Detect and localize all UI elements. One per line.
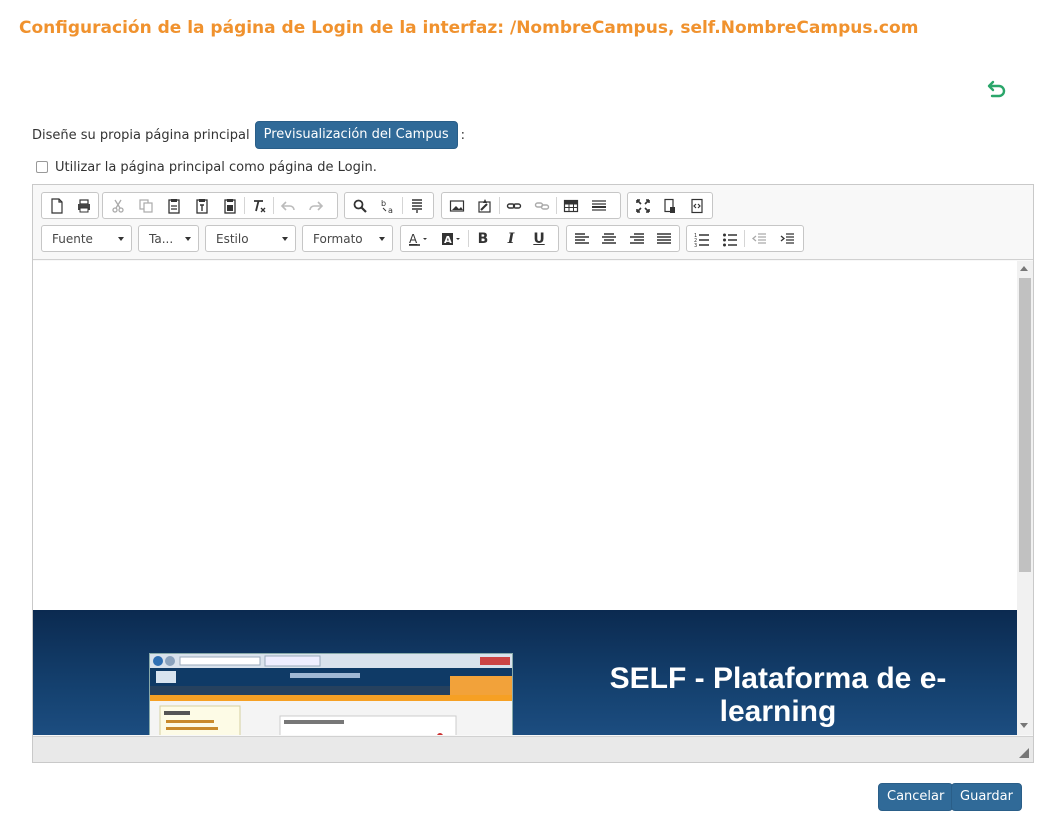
bulleted-list-icon[interactable] xyxy=(716,226,744,251)
format-combo[interactable]: Formato xyxy=(302,225,393,252)
paste-word-icon[interactable] xyxy=(216,193,244,218)
select-all-icon[interactable] xyxy=(403,193,431,218)
paste-text-icon[interactable] xyxy=(188,193,216,218)
font-combo[interactable]: Fuente xyxy=(41,225,132,252)
align-justify-icon[interactable] xyxy=(651,226,679,251)
toolbar-group-document xyxy=(41,192,99,219)
back-arrow-icon[interactable] xyxy=(984,76,1010,102)
cut-icon[interactable] xyxy=(104,193,132,218)
use-as-login-label: Utilizar la página principal como página… xyxy=(55,159,377,175)
campus-screenshot-image xyxy=(149,653,513,735)
background-color-icon[interactable]: A xyxy=(435,226,468,251)
print-icon[interactable] xyxy=(70,193,97,218)
editor-content-area[interactable]: SELF - Plataforma de e-learning xyxy=(33,261,1017,735)
bold-button[interactable]: B xyxy=(469,226,497,251)
toolbar-group-insert xyxy=(441,192,621,219)
align-right-icon[interactable] xyxy=(623,226,651,251)
editor-toolbar: ba Fuente Ta... Estilo Formato A A B I U… xyxy=(33,185,1033,260)
toolbar-group-basic-styles: A A B I U xyxy=(400,225,559,252)
svg-text:3: 3 xyxy=(694,243,697,247)
text-color-icon[interactable]: A xyxy=(402,226,435,251)
find-icon[interactable] xyxy=(346,193,374,218)
format-combo-label: Formato xyxy=(313,231,363,246)
scrollbar-thumb[interactable] xyxy=(1019,278,1031,572)
chevron-down-icon xyxy=(282,236,288,241)
numbered-list-icon[interactable]: 123 xyxy=(688,226,716,251)
rich-text-editor: ba Fuente Ta... Estilo Formato A A B I U… xyxy=(32,184,1034,763)
campus-banner: SELF - Plataforma de e-learning xyxy=(33,610,1017,735)
increase-indent-icon[interactable] xyxy=(773,226,801,251)
scroll-down-arrow-icon[interactable] xyxy=(1020,723,1028,728)
source-icon[interactable] xyxy=(684,193,711,218)
new-page-icon[interactable] xyxy=(43,193,70,218)
cancel-button[interactable]: Cancelar xyxy=(878,783,954,811)
chevron-down-icon xyxy=(185,236,191,241)
content-scrollbar[interactable] xyxy=(1017,261,1033,735)
link-icon[interactable] xyxy=(500,193,528,218)
toolbar-group-lists: 123 xyxy=(686,225,804,252)
banner-title: SELF - Plataforma de e-learning xyxy=(609,662,947,728)
svg-text:A: A xyxy=(444,235,452,246)
style-combo[interactable]: Estilo xyxy=(205,225,296,252)
replace-icon[interactable]: ba xyxy=(374,193,402,218)
unlink-icon[interactable] xyxy=(528,193,556,218)
redo-icon[interactable] xyxy=(302,193,330,218)
toolbar-group-editing: ba xyxy=(344,192,434,219)
font-combo-label: Fuente xyxy=(52,231,93,246)
design-row: Diseñe su propia página principal Previs… xyxy=(32,121,465,149)
italic-button[interactable]: I xyxy=(497,226,525,251)
svg-text:a: a xyxy=(388,206,393,214)
paste-icon[interactable] xyxy=(160,193,188,218)
design-colon: : xyxy=(460,127,465,143)
align-center-icon[interactable] xyxy=(596,226,624,251)
show-blocks-icon[interactable] xyxy=(656,193,683,218)
size-combo[interactable]: Ta... xyxy=(138,225,199,252)
svg-text:b: b xyxy=(381,199,386,208)
toolbar-group-tools xyxy=(627,192,713,219)
image-icon[interactable] xyxy=(443,193,471,218)
undo-icon[interactable] xyxy=(274,193,302,218)
resize-handle-icon[interactable] xyxy=(1019,748,1029,758)
align-left-icon[interactable] xyxy=(568,226,596,251)
scroll-up-arrow-icon[interactable] xyxy=(1020,266,1028,271)
toolbar-group-clipboard xyxy=(102,192,338,219)
bold-label: B xyxy=(477,230,489,247)
decrease-indent-icon[interactable] xyxy=(745,226,773,251)
design-label: Diseñe su propia página principal xyxy=(32,127,250,143)
chevron-down-icon xyxy=(379,236,385,241)
use-as-login-checkbox[interactable] xyxy=(36,161,48,173)
underline-label: U xyxy=(533,230,545,247)
horizontal-line-icon[interactable] xyxy=(585,193,613,218)
copy-icon[interactable] xyxy=(132,193,160,218)
remove-format-icon[interactable] xyxy=(245,193,273,218)
editor-bottom-bar xyxy=(33,736,1033,762)
preview-campus-button[interactable]: Previsualización del Campus xyxy=(254,121,458,149)
flash-icon[interactable] xyxy=(471,193,499,218)
maximize-icon[interactable] xyxy=(629,193,656,218)
style-combo-label: Estilo xyxy=(216,231,249,246)
page-title: Configuración de la página de Login de l… xyxy=(19,18,919,38)
svg-text:A: A xyxy=(409,232,418,246)
chevron-down-icon xyxy=(118,236,124,241)
table-icon[interactable] xyxy=(557,193,585,218)
toolbar-group-align xyxy=(566,225,680,252)
save-button[interactable]: Guardar xyxy=(951,783,1022,811)
underline-button[interactable]: U xyxy=(525,226,553,251)
login-option-row: Utilizar la página principal como página… xyxy=(36,158,377,176)
size-combo-label: Ta... xyxy=(149,231,174,246)
italic-label: I xyxy=(507,230,515,247)
